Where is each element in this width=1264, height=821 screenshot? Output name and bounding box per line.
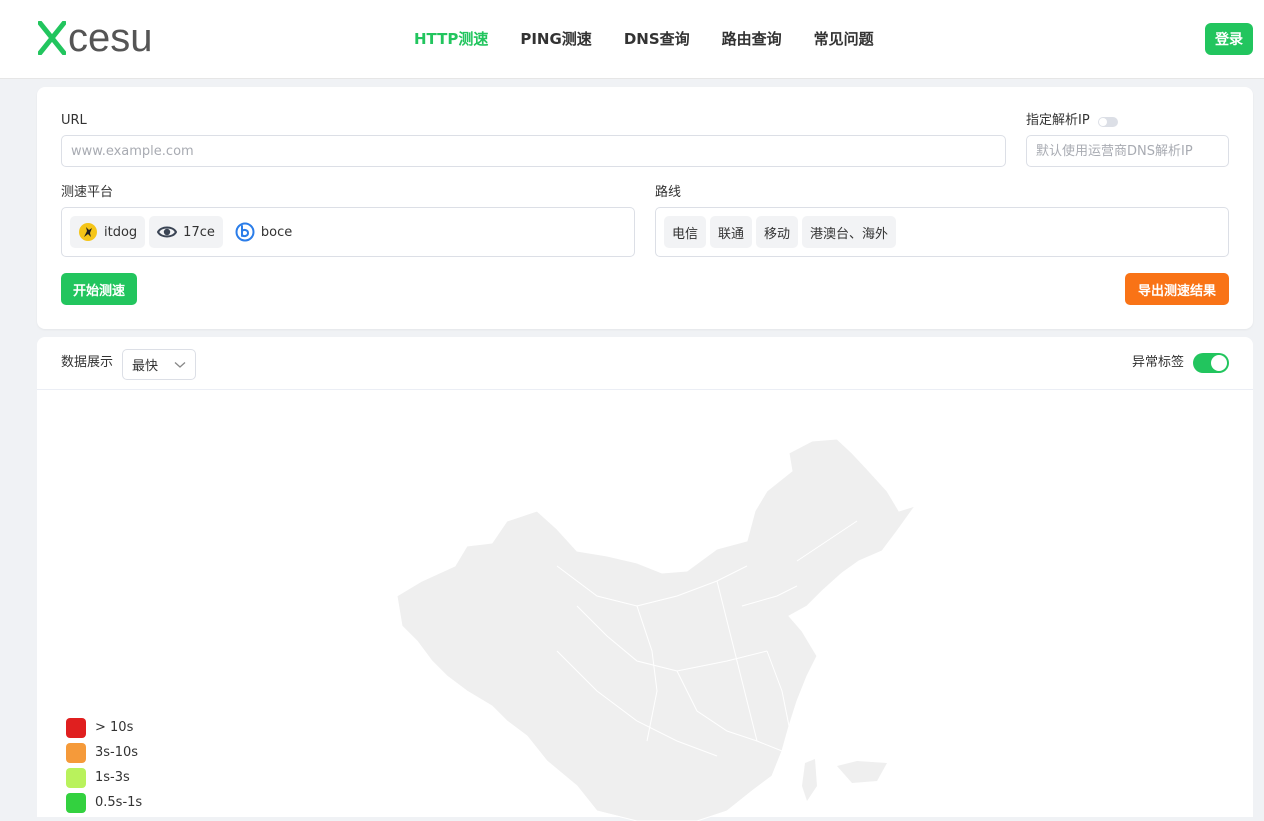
- nav-http[interactable]: HTTP测速: [414, 28, 488, 50]
- route-chip-mobile[interactable]: 移动: [756, 216, 799, 248]
- abnormal-toggle[interactable]: [1193, 353, 1229, 373]
- legend-swatch: [66, 792, 86, 813]
- platform-box: itdog 17ce boce: [61, 207, 635, 257]
- legend-swatch: [66, 767, 86, 788]
- login-button[interactable]: 登录: [1205, 23, 1253, 55]
- legend-label: > 10s: [95, 720, 134, 735]
- itdog-icon: [79, 223, 97, 241]
- route-label: 路线: [655, 185, 682, 200]
- ip-input[interactable]: [1026, 135, 1229, 167]
- route-box: 电信 联通 移动 港澳台、海外: [655, 207, 1229, 257]
- url-label: URL: [61, 113, 87, 128]
- platform-chip-17ce[interactable]: 17ce: [149, 216, 223, 248]
- route-chip-unicom[interactable]: 联通: [710, 216, 753, 248]
- hainan-shape: [837, 761, 887, 783]
- boce-icon: [235, 222, 255, 242]
- abnormal-label: 异常标签: [1132, 355, 1185, 370]
- ip-switch[interactable]: [1098, 117, 1118, 127]
- legend-swatch: [66, 742, 86, 763]
- export-results-button[interactable]: 导出测速结果: [1125, 273, 1229, 305]
- url-input[interactable]: [61, 135, 1006, 167]
- nav-route[interactable]: 路由查询: [722, 28, 782, 50]
- latency-legend: > 10s 3s-10s 1s-3s 0.5s-1s: [66, 715, 142, 815]
- test-form-card: URL 指定解析IP 测速平台 itdog 17ce boce: [37, 87, 1253, 329]
- main-nav: HTTP测速 PING测速 DNS查询 路由查询 常见问题: [414, 28, 906, 50]
- nav-faq[interactable]: 常见问题: [814, 28, 874, 50]
- legend-item: 1s-3s: [66, 765, 142, 790]
- results-card: 数据展示 最快 异常标签 > 10s 3s-10s 1s-3s 0.5s-1s: [37, 337, 1253, 821]
- china-map-shape: [396, 438, 917, 821]
- logo[interactable]: cesu: [38, 18, 153, 58]
- taiwan-shape: [802, 759, 817, 801]
- platform-label-17ce: 17ce: [183, 224, 215, 240]
- legend-item: 0.5s-1s: [66, 790, 142, 815]
- platform-label: 测速平台: [61, 185, 114, 200]
- display-select-value: 最快: [132, 359, 159, 374]
- legend-item: > 10s: [66, 715, 142, 740]
- legend-item: 3s-10s: [66, 740, 142, 765]
- results-toolbar: 数据展示 最快 异常标签: [37, 337, 1253, 390]
- legend-label: 1s-3s: [95, 770, 130, 785]
- display-select[interactable]: 最快: [122, 349, 196, 380]
- platform-label-boce: boce: [260, 224, 293, 240]
- eye-icon: [157, 226, 178, 238]
- start-test-button[interactable]: 开始测速: [61, 273, 137, 305]
- platform-label-itdog: itdog: [104, 224, 138, 240]
- nav-ping[interactable]: PING测速: [520, 28, 591, 50]
- display-label: 数据展示: [61, 355, 114, 370]
- legend-swatch: [66, 717, 86, 738]
- platform-chip-boce[interactable]: boce: [227, 216, 300, 248]
- china-map: [396, 438, 917, 821]
- platform-chip-itdog[interactable]: itdog: [70, 216, 146, 248]
- route-chip-overseas[interactable]: 港澳台、海外: [802, 216, 897, 248]
- legend-label: 0.5s-1s: [95, 795, 143, 810]
- top-header: cesu HTTP测速 PING测速 DNS查询 路由查询 常见问题 登录: [0, 0, 1264, 79]
- legend-label: 3s-10s: [95, 745, 139, 760]
- logo-text: cesu: [68, 16, 153, 60]
- nav-dns[interactable]: DNS查询: [624, 28, 690, 50]
- chevron-down-icon: [174, 361, 186, 368]
- ip-label: 指定解析IP: [1026, 113, 1090, 128]
- logo-x-icon: [38, 21, 66, 55]
- route-chip-telecom[interactable]: 电信: [664, 216, 707, 248]
